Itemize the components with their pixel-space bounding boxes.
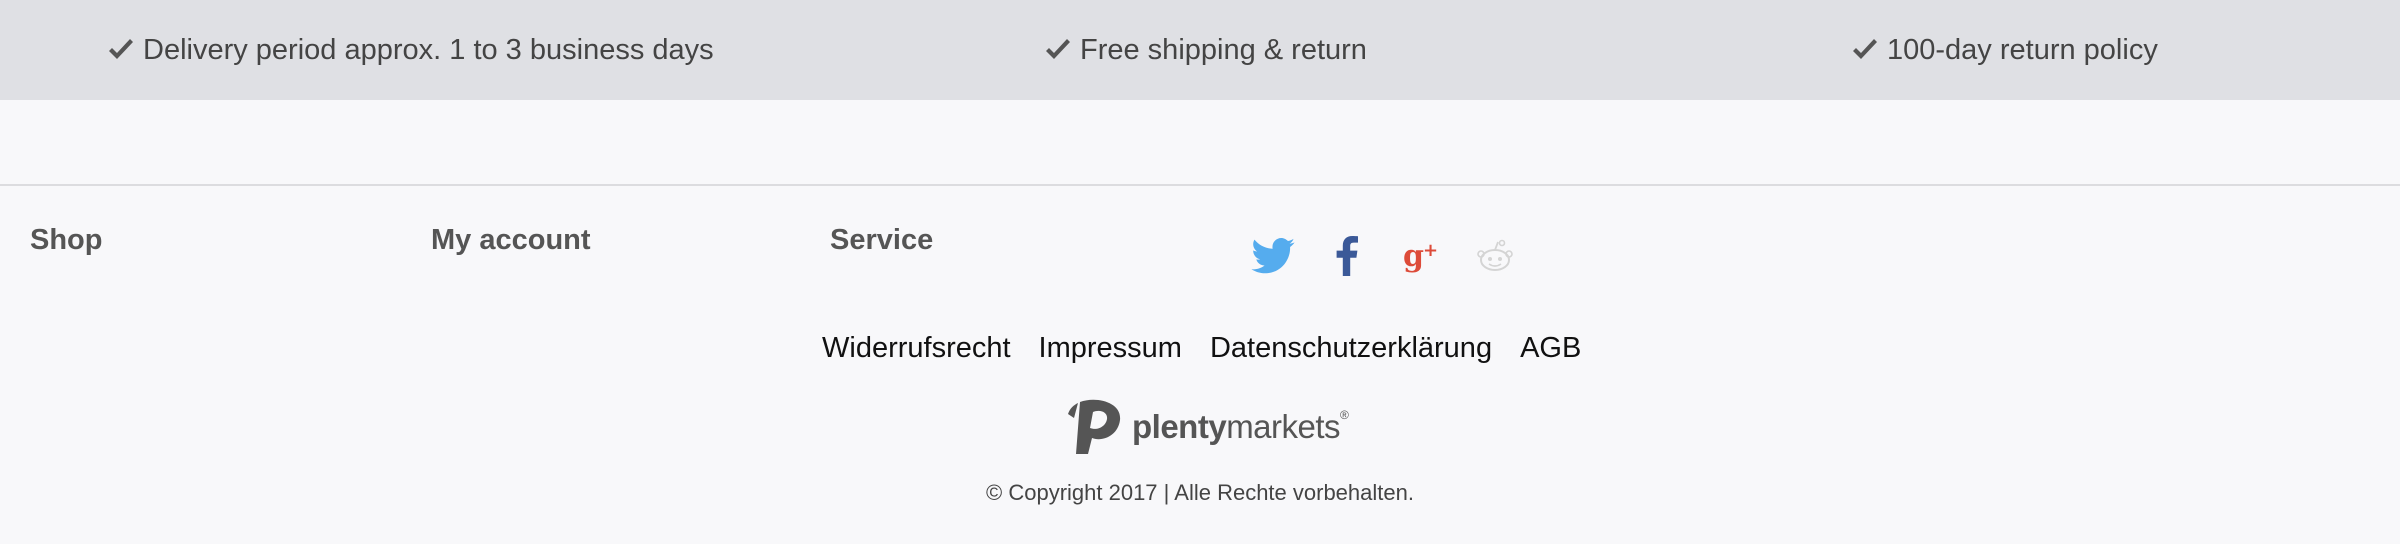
link-agb[interactable]: AGB [1520,332,1581,365]
svg-text:g: g [1403,239,1424,274]
link-impressum[interactable]: Impressum [1039,332,1182,365]
check-icon [1046,39,1070,59]
legal-links: Widerrufsrecht Impressum Datenschutzerkl… [822,328,1581,368]
link-datenschutzerklaerung[interactable]: Datenschutzerklärung [1210,332,1492,365]
copyright-text: © Copyright 2017 | Alle Rechte vorbehalt… [986,480,1414,505]
social-links: g + [1236,232,1532,280]
usp-item-shipping: Free shipping & return [1044,0,1367,100]
facebook-icon[interactable] [1310,232,1384,280]
footer-heading-shop: Shop [30,224,103,256]
usp-text: Delivery period approx. 1 to 3 business … [143,33,714,66]
brand-text: plentymarkets® [1132,408,1349,446]
brand-text-bold: plenty [1132,408,1227,445]
plentymarkets-p-icon [1068,399,1121,454]
usp-text: 100-day return policy [1887,33,2158,66]
usp-text: Free shipping & return [1080,33,1367,66]
twitter-icon[interactable] [1236,232,1310,280]
google-plus-icon[interactable]: g + [1384,232,1458,280]
check-icon [109,39,133,59]
footer-divider [0,184,2400,186]
plentymarkets-logo[interactable]: plentymarkets® [1066,398,1349,456]
footer-heading-service: Service [830,224,934,256]
svg-text:+: + [1423,240,1438,261]
brand-text-regular: markets [1226,408,1341,445]
usp-item-delivery: Delivery period approx. 1 to 3 business … [107,0,714,100]
brand-registered-mark: ® [1340,408,1349,422]
footer-heading-my-account: My account [431,224,591,256]
usp-bar: Delivery period approx. 1 to 3 business … [0,0,2400,100]
reddit-icon[interactable] [1458,232,1532,280]
check-icon [1853,39,1877,59]
usp-item-return: 100-day return policy [1851,0,2158,100]
link-widerrufsrecht[interactable]: Widerrufsrecht [822,332,1011,365]
